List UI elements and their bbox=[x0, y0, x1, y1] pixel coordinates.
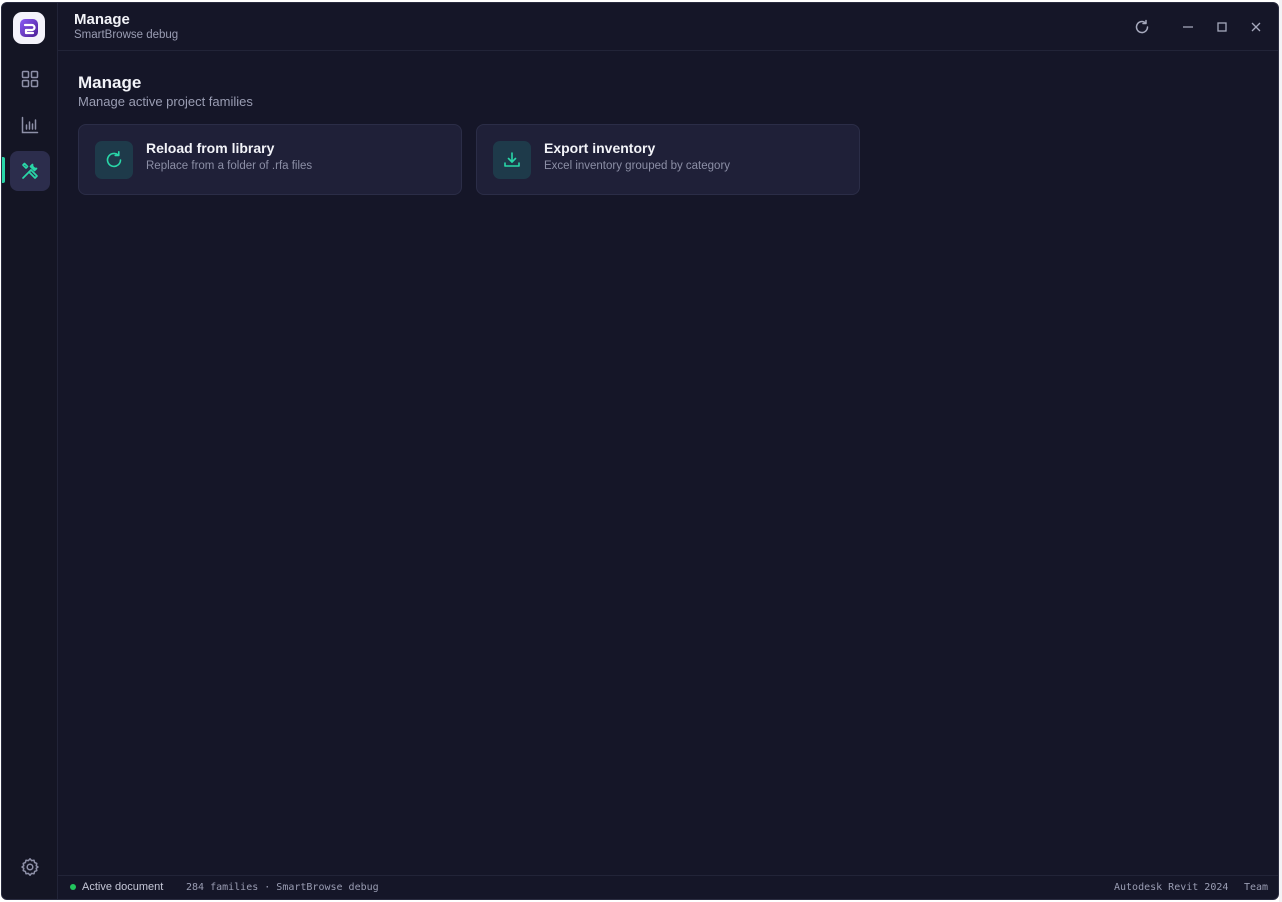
export-inventory-card[interactable]: Export inventory Excel inventory grouped… bbox=[476, 124, 860, 195]
reload-from-library-card[interactable]: Reload from library Replace from a folde… bbox=[78, 124, 462, 195]
app-version: Autodesk Revit 2024 bbox=[1114, 882, 1229, 893]
gear-icon bbox=[21, 858, 39, 876]
maximize-icon bbox=[1217, 22, 1227, 32]
close-button[interactable] bbox=[1246, 17, 1266, 37]
tools-icon bbox=[22, 162, 38, 179]
page-subtitle: Manage active project families bbox=[78, 94, 253, 109]
app-window: Manage SmartBrowse debug Manage Manage a… bbox=[1, 2, 1279, 900]
status-bar: Active document 284 families · SmartBrow… bbox=[58, 875, 1278, 899]
status-details: 284 families · SmartBrowse debug bbox=[186, 882, 379, 893]
app-logo[interactable] bbox=[13, 12, 45, 44]
card-icon-container bbox=[493, 141, 531, 179]
sidebar bbox=[2, 3, 58, 899]
document-status: Active document bbox=[82, 881, 164, 893]
card-description: Excel inventory grouped by category bbox=[544, 160, 731, 172]
minimize-icon bbox=[1183, 26, 1193, 28]
sidebar-item-manage[interactable] bbox=[10, 151, 50, 191]
card-description: Replace from a folder of .rfa files bbox=[146, 160, 313, 172]
card-title: Export inventory bbox=[544, 140, 656, 156]
main-content: Manage Manage active project families Re… bbox=[58, 51, 1278, 875]
logo-icon bbox=[20, 19, 38, 37]
card-icon-container bbox=[95, 141, 133, 179]
team-label[interactable]: Team bbox=[1244, 882, 1268, 893]
grid-icon bbox=[21, 70, 39, 88]
sidebar-item-dashboard[interactable] bbox=[10, 59, 50, 99]
refresh-icon bbox=[1135, 19, 1149, 34]
refresh-button[interactable] bbox=[1132, 17, 1152, 37]
bar-chart-icon bbox=[21, 116, 39, 134]
refresh-icon bbox=[106, 151, 122, 168]
window-subtitle: SmartBrowse debug bbox=[74, 29, 179, 41]
title-bar: Manage SmartBrowse debug bbox=[58, 3, 1278, 51]
card-title: Reload from library bbox=[146, 140, 275, 156]
active-nav-indicator bbox=[2, 157, 5, 183]
settings-button[interactable] bbox=[10, 847, 50, 887]
sidebar-item-analytics[interactable] bbox=[10, 105, 50, 145]
window-title: Manage bbox=[74, 11, 130, 28]
status-indicator-dot bbox=[70, 884, 76, 890]
maximize-button[interactable] bbox=[1212, 17, 1232, 37]
page-title: Manage bbox=[78, 73, 142, 92]
close-icon bbox=[1251, 22, 1261, 32]
minimize-button[interactable] bbox=[1178, 17, 1198, 37]
download-icon bbox=[504, 152, 520, 167]
